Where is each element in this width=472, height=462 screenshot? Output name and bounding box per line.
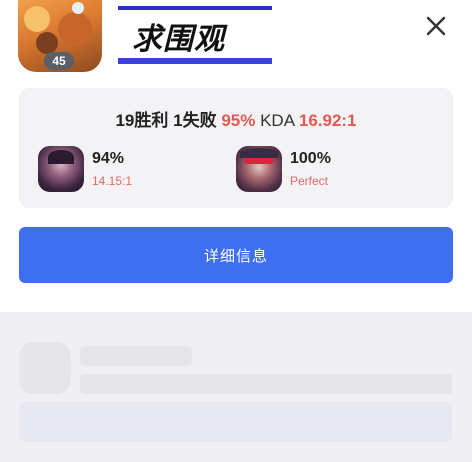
losses-count: 1失败 xyxy=(173,111,217,130)
wins-count: 19胜利 xyxy=(115,111,169,130)
record-card: 19胜利 1失败 95% KDA 16.92:1 94% 14.15:1 100… xyxy=(19,88,453,208)
hero-portrait xyxy=(38,146,84,192)
skeleton-line xyxy=(80,346,192,366)
hero-portrait xyxy=(236,146,282,192)
skeleton-avatar xyxy=(19,342,71,394)
avatar-detail xyxy=(24,6,50,32)
stats-sheet: 45 求围观 19胜利 1失败 95% KDA 16.92:1 94% 14.1… xyxy=(0,0,472,312)
title-banner: 求围观 xyxy=(118,6,272,64)
kda-value: 16.92:1 xyxy=(298,111,357,130)
win-rate: 95% xyxy=(221,111,256,130)
skeleton-block xyxy=(19,402,452,442)
hero-win-rate: 94% xyxy=(92,150,125,167)
kda-label: KDA xyxy=(260,111,295,130)
hero-kda: 14.15:1 xyxy=(92,174,133,188)
hero-kda: Perfect xyxy=(290,174,329,188)
page-title: 求围观 xyxy=(132,23,225,56)
level-badge: 45 xyxy=(44,52,74,70)
avatar-detail xyxy=(36,32,58,54)
record-summary: 19胜利 1失败 95% KDA 16.92:1 xyxy=(19,106,453,131)
hero-stat-2[interactable]: 100% Perfect xyxy=(236,146,396,194)
details-button[interactable]: 详细信息 xyxy=(19,227,453,283)
avatar-detail xyxy=(72,2,84,14)
skeleton-line xyxy=(80,374,452,394)
avatar-detail xyxy=(58,12,92,46)
close-icon xyxy=(426,16,446,36)
close-button[interactable] xyxy=(420,10,452,42)
banner-top-edge xyxy=(118,6,272,10)
hero-stat-1[interactable]: 94% 14.15:1 xyxy=(38,146,198,194)
hero-win-rate: 100% xyxy=(290,150,331,167)
